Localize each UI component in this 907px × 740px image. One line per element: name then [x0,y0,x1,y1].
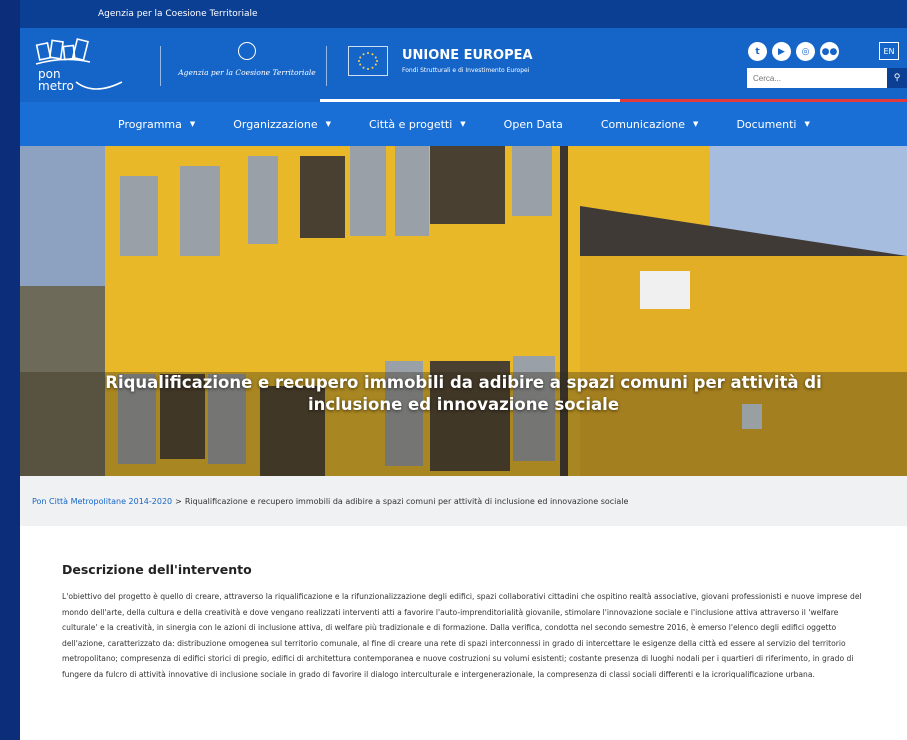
breadcrumb-current: Riqualificazione e recupero immobili da … [184,496,629,506]
breadcrumb-home-link[interactable]: Pon Città Metropolitane 2014-2020 [32,497,172,506]
chevron-down-icon: ▼ [460,120,466,128]
search-icon: ⚲ [893,73,901,83]
nav-item-open-data[interactable]: Open Data [504,118,563,131]
hero-banner: Riqualificazione e recupero immobili da … [20,146,907,476]
eu-subtitle: Fondi Strutturali e di Investimento Euro… [402,67,530,74]
header-stripe [20,99,907,102]
logo-text-metro: metro [38,79,74,93]
header-divider [326,46,327,86]
flickr-icon[interactable]: ●● [820,42,839,61]
agency-name: Agenzia per la Coesione Territoriale [178,68,316,77]
emblem-icon [238,42,256,60]
instagram-icon[interactable]: ◎ [796,42,815,61]
breadcrumb-separator: > [175,496,182,506]
main-nav: Programma ▼ Organizzazione ▼ Città e proge… [20,102,907,146]
pon-metro-logo[interactable]: pon metro [34,38,126,96]
page-frame: Agenzia per la Coesione Territoriale pon… [20,0,907,740]
page-title: Riqualificazione e recupero immobili da … [105,373,822,414]
top-bar: Agenzia per la Coesione Territoriale [20,0,907,28]
main-content: Descrizione dell'intervento L'obiettivo … [20,526,907,682]
eu-flag-icon [348,46,388,76]
nav-item-organizzazione[interactable]: Organizzazione ▼ [233,118,331,131]
chevron-down-icon: ▼ [325,120,331,128]
chevron-down-icon: ▼ [804,120,810,128]
twitter-icon[interactable]: t [748,42,767,61]
nav-item-programma[interactable]: Programma ▼ [118,118,195,131]
search-input[interactable] [747,68,887,88]
youtube-icon[interactable]: ▶ [772,42,791,61]
social-links: t ▶ ◎ ●● [748,42,839,61]
agency-logo[interactable]: Agenzia per la Coesione Territoriale [172,42,322,77]
search-button[interactable]: ⚲ [887,68,907,88]
header-divider [160,46,161,86]
agency-top-link[interactable]: Agenzia per la Coesione Territoriale [98,9,258,19]
eu-title: UNIONE EUROPEA [402,48,533,63]
chevron-down-icon: ▼ [189,120,196,128]
language-switch[interactable]: EN [879,42,899,60]
site-header: pon metro Agenzia per la Coesione Territ… [20,28,907,102]
nav-item-documenti[interactable]: Documenti ▼ [736,118,809,131]
nav-item-citta-e-progetti[interactable]: Città e progetti ▼ [369,118,466,131]
nav-item-comunicazione[interactable]: Comunicazione ▼ [601,118,699,131]
chevron-down-icon: ▼ [693,120,699,128]
section-title: Descrizione dell'intervento [62,562,252,577]
breadcrumb: Pon Città Metropolitane 2014-2020 > Riqu… [20,476,907,526]
intervention-description: L'obiettivo del progetto è quello di cre… [62,592,862,679]
